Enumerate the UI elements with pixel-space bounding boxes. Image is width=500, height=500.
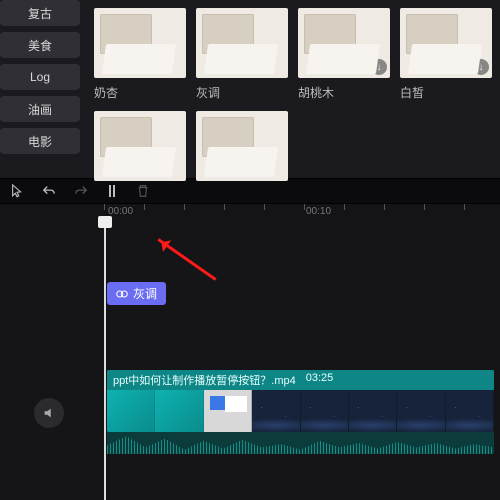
- time-ruler[interactable]: 00:00 00:10: [0, 204, 500, 222]
- redo-button[interactable]: [74, 184, 88, 198]
- video-clip-header: ppt中如何让制作播放暂停按钮？.mp4 03:25: [107, 370, 494, 390]
- download-icon[interactable]: ↓: [473, 59, 489, 75]
- filter-name: 灰调: [196, 84, 288, 101]
- filter-name: 白皙: [400, 84, 492, 101]
- mute-button[interactable]: [34, 398, 64, 428]
- filter-name: 胡桃木: [298, 84, 390, 101]
- category-item[interactable]: 复古: [0, 0, 80, 26]
- category-item[interactable]: 美食: [0, 32, 80, 58]
- filter-clip[interactable]: 灰调: [107, 282, 166, 305]
- filter-thumb[interactable]: [94, 111, 186, 187]
- video-duration: 03:25: [306, 372, 334, 388]
- filter-thumb[interactable]: [196, 111, 288, 187]
- split-tool[interactable]: [106, 184, 118, 198]
- filter-clip-label: 灰调: [133, 285, 157, 302]
- filter-thumb[interactable]: 灰调: [196, 8, 288, 101]
- filter-thumb[interactable]: ↓ 白皙: [400, 8, 492, 101]
- playhead[interactable]: [104, 222, 106, 500]
- category-item[interactable]: Log: [0, 64, 80, 90]
- category-item[interactable]: 油画: [0, 96, 80, 122]
- filter-clip-icon: [116, 288, 128, 300]
- ruler-label: 00:00: [108, 206, 133, 217]
- ruler-label: 00:10: [306, 206, 331, 217]
- filter-thumb[interactable]: ↓ 胡桃木: [298, 8, 390, 101]
- filter-name: 奶杏: [94, 84, 186, 101]
- undo-button[interactable]: [42, 184, 56, 198]
- annotation-arrow: [157, 238, 216, 281]
- delete-button[interactable]: [136, 184, 150, 198]
- category-list: 复古 美食 Log 油画 电影: [0, 0, 86, 178]
- video-frames: [107, 390, 494, 432]
- download-icon[interactable]: ↓: [371, 59, 387, 75]
- filter-thumb[interactable]: 奶杏: [94, 8, 186, 101]
- video-filename: ppt中如何让制作播放暂停按钮？.mp4: [113, 372, 296, 388]
- filter-gallery: 奶杏 灰调 ↓ 胡桃木 ↓ 白皙: [86, 0, 500, 178]
- video-clip[interactable]: ppt中如何让制作播放暂停按钮？.mp4 03:25: [107, 370, 494, 432]
- timeline[interactable]: 灰调 ppt中如何让制作播放暂停按钮？.mp4 03:25: [0, 222, 500, 500]
- audio-waveform[interactable]: [107, 432, 494, 454]
- cursor-tool[interactable]: [10, 184, 24, 198]
- category-item[interactable]: 电影: [0, 128, 80, 154]
